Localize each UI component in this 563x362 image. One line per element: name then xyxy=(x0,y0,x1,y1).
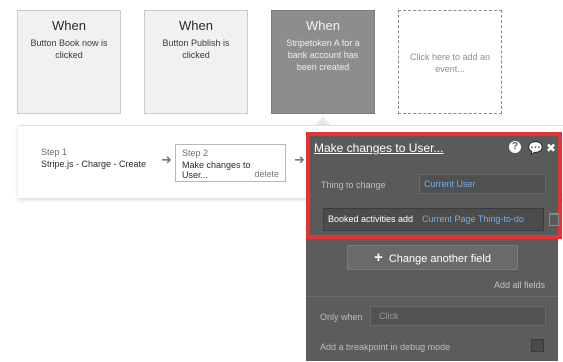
event-when-label: When xyxy=(179,18,213,33)
trash-icon[interactable] xyxy=(549,213,559,226)
event-publish[interactable]: When Button Publish is clicked xyxy=(144,10,248,114)
add-event-label: Click here to add an event... xyxy=(409,52,491,74)
event-stripetoken[interactable]: When Stripetoken A for a bank account ha… xyxy=(271,10,375,114)
step-2[interactable]: Step 2 Make changes to User... delete xyxy=(175,144,286,182)
highlighted-section: Make changes to User... ? 💬 ✖ Thing to c… xyxy=(306,132,562,239)
add-all-fields-link[interactable]: Add all fields xyxy=(494,280,545,290)
delete-step-link[interactable]: delete xyxy=(254,169,279,179)
step-number: Step 1 xyxy=(41,147,68,157)
thing-to-change-label: Thing to change xyxy=(321,180,386,190)
help-icon[interactable]: ? xyxy=(509,141,521,153)
thing-to-change-field[interactable]: Current User xyxy=(419,174,546,194)
only-when-label: Only when xyxy=(320,312,363,322)
event-description: Button Book now is clicked xyxy=(30,38,108,60)
event-description: Stripetoken A for a bank account has bee… xyxy=(286,38,360,72)
breakpoint-checkbox[interactable] xyxy=(531,339,544,352)
field-change-label: Booked activities add xyxy=(328,214,414,224)
only-when-field[interactable]: Click xyxy=(370,306,546,326)
breakpoint-label: Add a breakpoint in debug mode xyxy=(320,342,451,352)
divider xyxy=(306,296,558,297)
arrow-right-icon: ➜ xyxy=(294,152,305,167)
close-icon[interactable]: ✖ xyxy=(546,141,556,155)
field-change-row[interactable]: Booked activities add Current Page Thing… xyxy=(323,208,559,231)
arrow-right-icon: ➜ xyxy=(161,152,172,167)
plus-icon: + xyxy=(374,249,383,266)
change-another-field-button[interactable]: + Change another field xyxy=(347,245,518,270)
step-name: Stripe.js - Charge - Create xyxy=(41,159,147,169)
step-number: Step 2 xyxy=(182,148,209,158)
panel-title[interactable]: Make changes to User... xyxy=(314,141,443,155)
event-book-now[interactable]: When Button Book now is clicked xyxy=(17,10,121,114)
change-another-field-label: Change another field xyxy=(388,253,491,265)
step-1[interactable]: Step 1 Stripe.js - Charge - Create xyxy=(41,147,146,169)
comment-icon[interactable]: 💬 xyxy=(528,141,543,155)
field-change-value[interactable]: Current Page Thing-to-do xyxy=(422,214,524,224)
event-when-label: When xyxy=(52,18,86,33)
event-description: Button Publish is clicked xyxy=(162,38,230,60)
add-event-button[interactable]: Click here to add an event... xyxy=(398,10,502,114)
event-when-label: When xyxy=(306,18,340,33)
